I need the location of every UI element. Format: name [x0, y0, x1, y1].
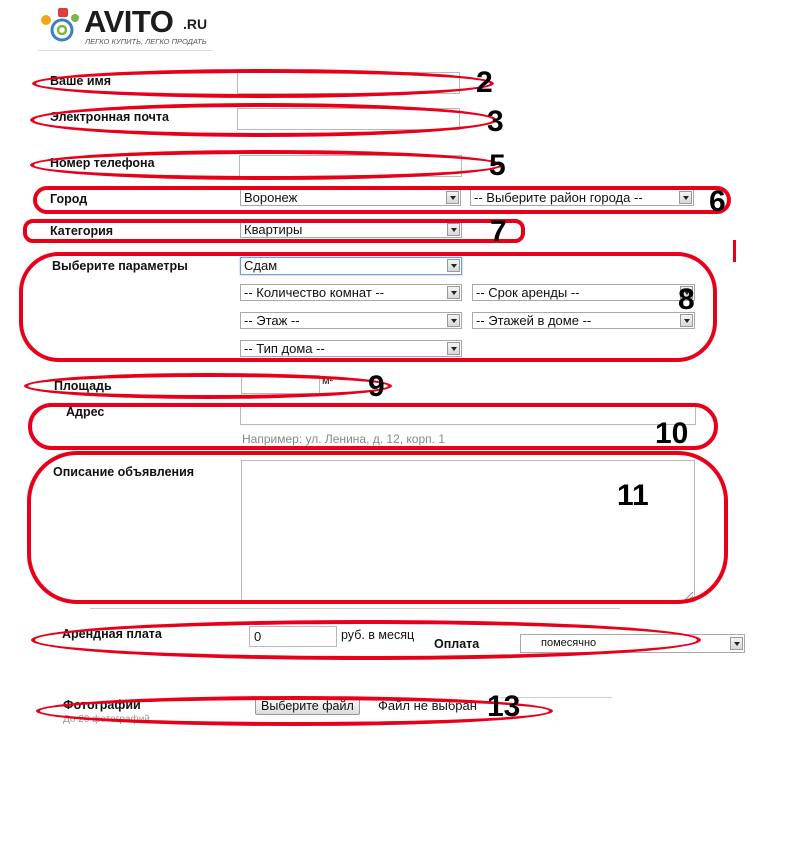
annotation-number: 7: [490, 215, 507, 248]
logo-brand: AVITO: [84, 4, 174, 39]
annotation-number: 9: [368, 370, 385, 403]
annotation-mark: [733, 240, 736, 262]
chevron-down-icon: [730, 637, 743, 650]
annotation-ring: [33, 186, 731, 214]
annotation-ring: [19, 252, 717, 362]
annotation-number: 5: [489, 149, 506, 182]
annotation-ring: [27, 451, 728, 604]
annotation-ring: [36, 696, 553, 726]
annotation-number: 10: [655, 417, 689, 450]
logo-icon: [41, 8, 79, 42]
annotation-ring: [24, 373, 392, 399]
annotation-number: 8: [678, 283, 695, 316]
annotation-number: 3: [487, 105, 504, 138]
annotation-number: 11: [617, 479, 649, 512]
annotation-number: 6: [709, 185, 726, 218]
annotation-ring: [30, 103, 497, 137]
annotation-number: 13: [487, 690, 521, 723]
annotation-ring: [23, 219, 525, 243]
annotation-number: 2: [476, 66, 493, 99]
avito-logo[interactable]: AVITO .RU ЛЕГКО КУПИТЬ, ЛЕГКО ПРОДАТЬ: [38, 4, 212, 51]
annotation-ring: [30, 150, 503, 180]
annotation-ring: [28, 403, 718, 450]
logo-suffix: .RU: [183, 16, 208, 32]
logo-tagline: ЛЕГКО КУПИТЬ, ЛЕГКО ПРОДАТЬ: [85, 37, 207, 46]
section-divider: [90, 608, 620, 609]
logo-underline: [38, 50, 212, 51]
annotation-ring: [31, 620, 701, 660]
annotation-ring: [32, 69, 494, 98]
